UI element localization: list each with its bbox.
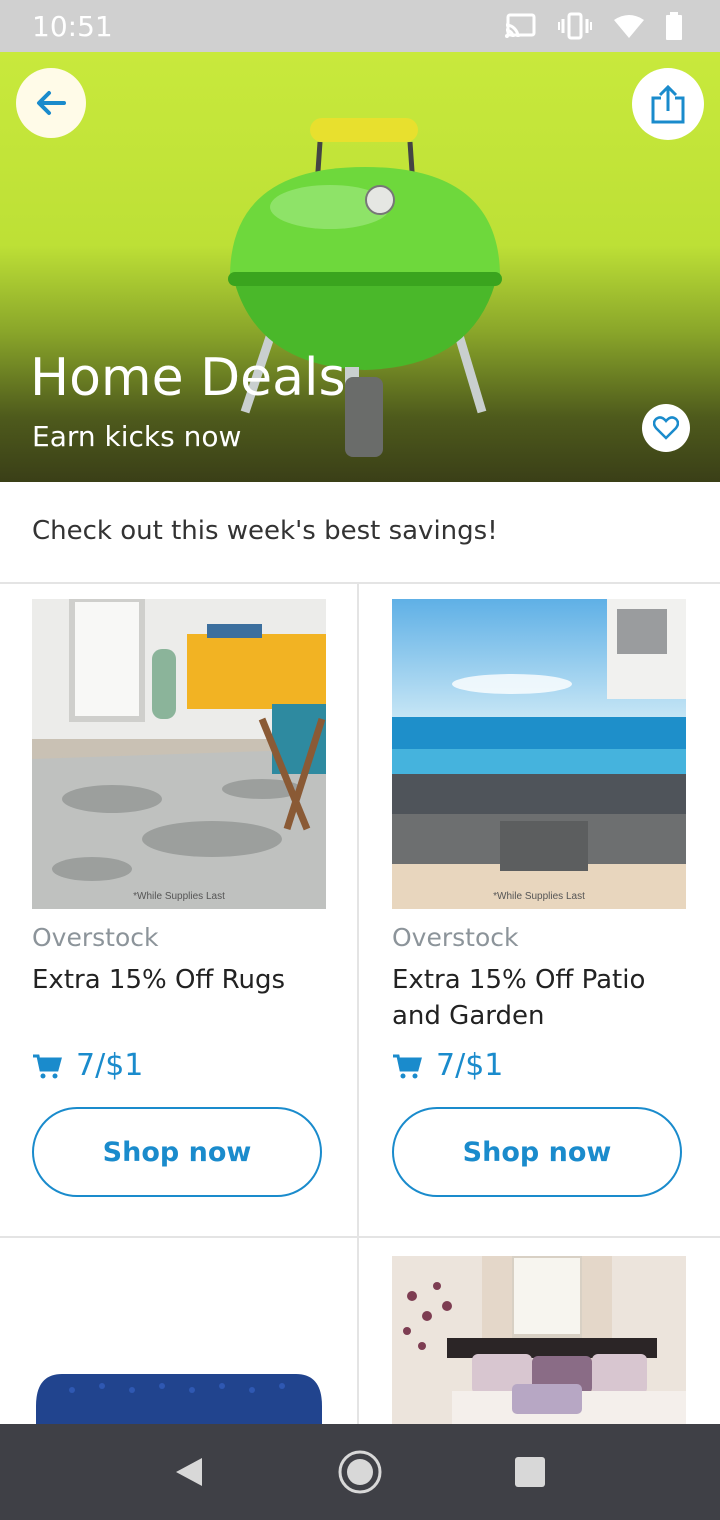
status-time: 10:51 (32, 10, 113, 43)
grill-image (228, 118, 502, 457)
deal-price: 7/$1 (32, 1048, 328, 1083)
shop-now-button[interactable]: Shop now (392, 1107, 682, 1197)
intro-text: Check out this week's best savings! (32, 516, 498, 546)
nav-home-icon[interactable] (337, 1449, 383, 1495)
deal-image-sofa (32, 1256, 326, 1424)
deal-image-rug: *While Supplies Last (32, 599, 326, 909)
back-button[interactable] (16, 68, 86, 138)
deal-title: Extra 15% Off Patio and Garden (392, 965, 646, 1031)
vibrate-icon (558, 12, 592, 40)
status-bar: 10:51 (0, 0, 720, 52)
price-text: 7/$1 (436, 1048, 504, 1083)
favorite-button[interactable] (642, 404, 690, 452)
status-icons (504, 12, 682, 40)
intro-section: Check out this week's best savings! (0, 482, 720, 584)
deal-card[interactable] (392, 1256, 688, 1424)
cart-icon (393, 1054, 422, 1078)
merchant-name: Overstock (32, 923, 159, 952)
wifi-icon (614, 15, 644, 38)
nav-back-icon[interactable] (172, 1456, 204, 1488)
share-button[interactable] (632, 68, 704, 140)
deal-card[interactable]: *While Supplies Last Overstock Extra 15%… (392, 599, 688, 1197)
price-text: 7/$1 (76, 1048, 144, 1083)
arrow-left-icon (37, 91, 66, 115)
image-caption: *While Supplies Last (493, 891, 585, 902)
hero-banner: Home Deals Earn kicks now (0, 52, 720, 482)
deal-title: Extra 15% Off Rugs (32, 965, 286, 995)
deals-grid: *While Supplies Last Overstock Extra 15%… (0, 584, 720, 1424)
deal-image-bedroom (392, 1256, 686, 1424)
cart-icon (33, 1054, 62, 1078)
divider (357, 584, 359, 1424)
heart-icon (653, 416, 679, 440)
share-icon (651, 84, 685, 124)
deal-price: 7/$1 (392, 1048, 688, 1083)
cast-icon (505, 13, 536, 38)
deal-card[interactable] (32, 1256, 328, 1424)
battery-icon (666, 12, 682, 40)
merchant-name: Overstock (392, 923, 519, 952)
deal-image-patio: *While Supplies Last (392, 599, 686, 909)
page-subtitle: Earn kicks now (32, 420, 242, 453)
deal-card[interactable]: *While Supplies Last Overstock Extra 15%… (32, 599, 328, 1197)
nav-recents-icon[interactable] (514, 1456, 546, 1488)
system-nav-bar (0, 1424, 720, 1520)
divider (0, 1236, 720, 1238)
image-caption: *While Supplies Last (133, 891, 225, 902)
page-title: Home Deals (30, 348, 346, 408)
shop-now-button[interactable]: Shop now (32, 1107, 322, 1197)
